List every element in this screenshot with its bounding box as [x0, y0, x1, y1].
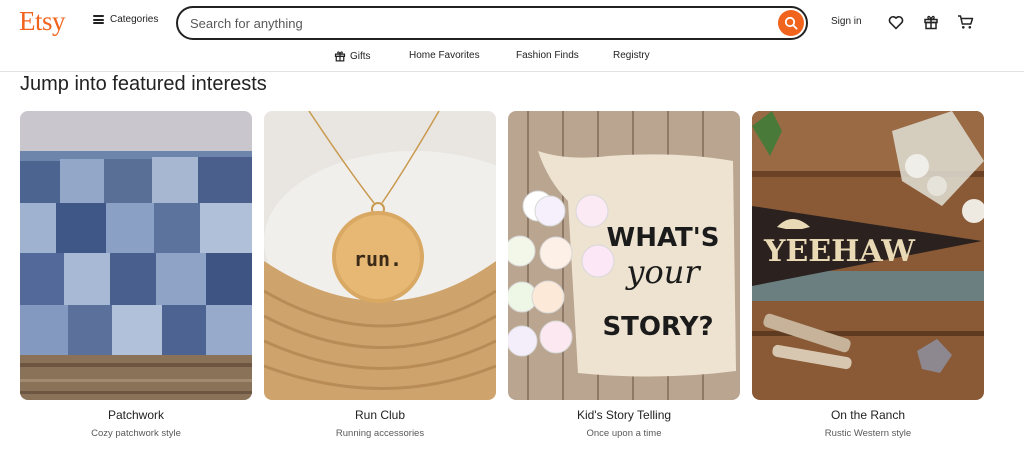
interest-card-kids-story-telling[interactable]: WHAT'S your STORY? Kid's Story Telling O… — [508, 111, 740, 439]
hamburger-icon — [93, 15, 104, 24]
interest-card-run-club[interactable]: run. Run Club Running accessories — [264, 111, 496, 439]
cart-button[interactable] — [955, 12, 975, 32]
card-title[interactable]: Patchwork — [20, 408, 252, 422]
card-image-text: run. — [354, 247, 402, 271]
card-title[interactable]: On the Ranch — [752, 408, 984, 422]
nav-item-label: Registry — [613, 50, 650, 61]
card-image[interactable]: YEEHAW — [752, 111, 984, 400]
site-header: Etsy Categories Sign in — [0, 0, 1024, 44]
etsy-logo[interactable]: Etsy — [19, 6, 66, 37]
section-title: Jump into featured interests — [20, 73, 267, 95]
nav-item-registry[interactable]: Registry — [613, 50, 650, 61]
nav-item-label: Gifts — [350, 50, 371, 62]
card-image[interactable]: WHAT'S your STORY? — [508, 111, 740, 400]
sign-in-link[interactable]: Sign in — [831, 16, 862, 27]
card-image-text: YEEHAW — [763, 234, 916, 269]
card-image[interactable] — [20, 111, 252, 400]
interest-card-on-the-ranch[interactable]: YEEHAW On the Ranch Rustic Western style — [752, 111, 984, 439]
categories-label: Categories — [110, 14, 159, 25]
search-icon — [784, 16, 798, 30]
heart-icon — [888, 15, 904, 29]
gift-icon — [924, 15, 938, 30]
card-subtitle: Rustic Western style — [824, 428, 912, 439]
nav-item-gifts[interactable]: Gifts — [334, 50, 371, 62]
interest-card-patchwork[interactable]: Patchwork Cozy patchwork style — [20, 111, 252, 439]
nav-item-label: Fashion Finds — [516, 50, 579, 61]
card-image-text: STORY? — [602, 312, 713, 342]
nav-item-fashion-finds[interactable]: Fashion Finds — [516, 50, 579, 61]
gift-icon — [334, 51, 346, 62]
search-input[interactable] — [190, 14, 760, 32]
cart-icon — [957, 15, 973, 29]
card-image[interactable]: run. — [264, 111, 496, 400]
card-image-text: your — [624, 253, 701, 291]
search-button[interactable] — [778, 10, 804, 36]
card-subtitle: Running accessories — [335, 428, 425, 439]
card-title[interactable]: Kid's Story Telling — [508, 408, 740, 422]
card-image-text: WHAT'S — [607, 223, 720, 253]
nav-item-label: Home Favorites — [409, 50, 480, 61]
category-nav: Gifts Home Favorites Fashion Finds Regis… — [0, 44, 1024, 72]
search-bar — [176, 6, 808, 40]
card-subtitle: Cozy patchwork style — [91, 428, 181, 439]
card-title[interactable]: Run Club — [264, 408, 496, 422]
favorites-button[interactable] — [886, 12, 906, 32]
nav-item-home-favorites[interactable]: Home Favorites — [409, 50, 480, 61]
card-subtitle: Once upon a time — [586, 428, 662, 439]
gift-mode-button[interactable] — [921, 12, 941, 32]
categories-button[interactable]: Categories — [93, 14, 158, 25]
